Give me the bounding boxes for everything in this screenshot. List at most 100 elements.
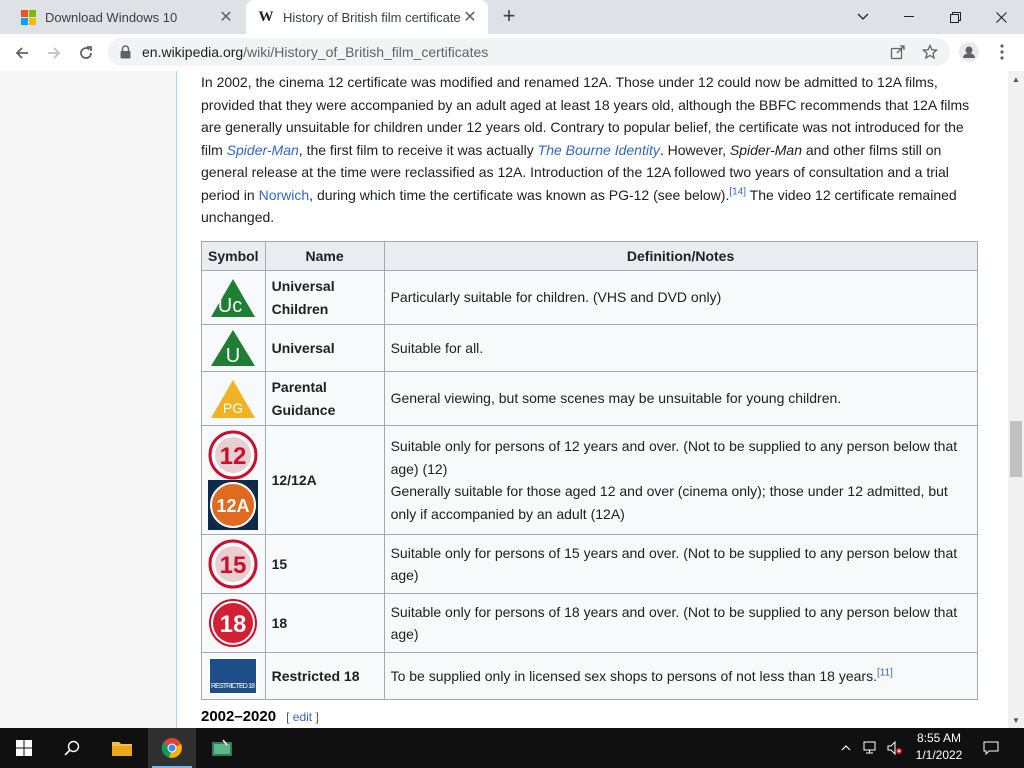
- pg-certificate-icon[interactable]: PG: [209, 378, 257, 420]
- name-cell: Universal: [264, 324, 385, 372]
- definition-cell: Suitable for all.: [383, 324, 978, 372]
- link-norwich[interactable]: Norwich: [259, 187, 310, 203]
- notifications-icon[interactable]: [980, 728, 1002, 768]
- symbol-cell: 15: [201, 534, 266, 594]
- definition-cell: Suitable only for persons of 12 years an…: [383, 425, 978, 535]
- symbol-label: 12: [220, 443, 247, 470]
- close-tab-icon[interactable]: ✕: [216, 7, 236, 27]
- app-taskbar-button[interactable]: [198, 728, 246, 768]
- lock-icon[interactable]: [120, 45, 131, 64]
- table-row: PG Parental Guidance General viewing, bu…: [201, 371, 978, 426]
- url-path: /wiki/History_of_British_film_certificat…: [243, 44, 489, 60]
- profile-avatar-icon[interactable]: [955, 38, 983, 66]
- link-spider-man[interactable]: Spider-Man: [227, 142, 299, 158]
- app-icon: [212, 739, 232, 756]
- clock-date: 1/1/2022: [915, 748, 963, 762]
- definition-cell: Particularly suitable for children. (VHS…: [383, 270, 978, 325]
- back-button[interactable]: [8, 39, 36, 67]
- wikipedia-icon: W: [258, 8, 274, 25]
- symbol-label: RESTRICTED 18: [211, 683, 255, 690]
- tab-title: History of British film certificates: [283, 9, 460, 25]
- text: , the first film to receive it was actua…: [298, 141, 538, 158]
- close-window-button[interactable]: [978, 0, 1024, 34]
- definition-cell: Suitable only for persons of 15 years an…: [383, 534, 978, 594]
- definition-text: To be supplied only in licensed sex shop…: [390, 667, 877, 684]
- browser-toolbar: en.wikipedia.org/wiki/History_of_British…: [0, 34, 1024, 72]
- r18-certificate-icon[interactable]: RESTRICTED 18: [208, 657, 259, 695]
- u-certificate-icon[interactable]: U: [209, 329, 257, 367]
- share-icon[interactable]: [884, 38, 912, 66]
- name-cell: Universal Children: [264, 270, 385, 325]
- 12a-certificate-icon[interactable]: 12A: [208, 480, 259, 530]
- table-header-row: Symbol Name Definition/Notes: [201, 241, 978, 271]
- certificates-table: Symbol Name Definition/Notes Uc Universa…: [201, 241, 978, 700]
- search-button[interactable]: [48, 728, 96, 768]
- bookmark-star-icon[interactable]: [916, 38, 944, 66]
- symbol-label: 12A: [217, 496, 250, 516]
- page-scrollbar[interactable]: ▲ ▼: [1008, 71, 1024, 728]
- address-bar[interactable]: en.wikipedia.org/wiki/History_of_British…: [108, 38, 950, 66]
- scrollbar-thumb[interactable]: [1010, 421, 1022, 477]
- file-explorer-button[interactable]: [98, 728, 146, 768]
- microsoft-icon: [20, 9, 36, 25]
- definition-cell: General viewing, but some scenes may be …: [383, 371, 978, 426]
- symbol-label: 18: [220, 611, 247, 638]
- reload-button[interactable]: [72, 39, 100, 67]
- new-tab-button[interactable]: +: [497, 5, 521, 28]
- symbol-cell: RESTRICTED 18: [201, 652, 266, 700]
- definition-12: Suitable only for persons of 12 years an…: [390, 438, 958, 477]
- restore-button[interactable]: [932, 0, 978, 34]
- start-button[interactable]: [0, 728, 48, 768]
- definition-12a: Generally suitable for those aged 12 and…: [390, 483, 948, 522]
- header-symbol: Symbol: [201, 241, 266, 271]
- symbol-cell: U: [201, 324, 266, 372]
- header-definition: Definition/Notes: [383, 241, 978, 271]
- 15-certificate-icon[interactable]: 15: [208, 539, 258, 589]
- minimize-button[interactable]: [886, 0, 932, 34]
- 12-certificate-icon[interactable]: 12: [208, 430, 258, 480]
- section-title: 2002–2020: [201, 708, 277, 725]
- table-row: U Universal Suitable for all.: [201, 324, 978, 372]
- table-row: 18 18 Suitable only for persons of 18 ye…: [201, 593, 978, 653]
- tray-chevron-up-icon[interactable]: [838, 728, 854, 768]
- url-domain: en.wikipedia.org: [142, 44, 244, 60]
- reference-14[interactable]: [14]: [729, 186, 746, 197]
- symbol-label: PG: [223, 400, 243, 416]
- symbol-cell: PG: [201, 371, 266, 426]
- name-cell: 18: [264, 593, 385, 653]
- definition-cell: To be supplied only in licensed sex shop…: [383, 652, 978, 700]
- uc-certificate-icon[interactable]: Uc: [209, 277, 257, 319]
- forward-button[interactable]: [40, 39, 68, 67]
- name-cell: 12/12A: [264, 425, 385, 535]
- chrome-taskbar-button[interactable]: [148, 728, 196, 768]
- url-text[interactable]: en.wikipedia.org/wiki/History_of_British…: [142, 44, 488, 60]
- link-bourne-identity[interactable]: The Bourne Identity: [538, 142, 660, 158]
- scroll-down-arrow-icon[interactable]: ▼: [1008, 712, 1024, 728]
- scroll-up-arrow-icon[interactable]: ▲: [1008, 71, 1024, 87]
- symbol-cell: Uc: [201, 270, 266, 325]
- network-icon[interactable]: [860, 728, 882, 768]
- table-row: Uc Universal Children Particularly suita…: [201, 270, 978, 325]
- tab-wikipedia[interactable]: W History of British film certificates ✕: [246, 0, 488, 34]
- windows-logo-icon: [16, 740, 32, 756]
- clock[interactable]: 8:55 AM 1/1/2022: [904, 730, 974, 764]
- tab-download-windows[interactable]: Download Windows 10 ✕: [8, 0, 244, 34]
- menu-kebab-icon[interactable]: [988, 38, 1016, 66]
- tab-title: Download Windows 10: [45, 9, 178, 25]
- symbol-cell: 18: [201, 593, 266, 653]
- tab-search-chevron-icon[interactable]: [840, 0, 886, 34]
- section-heading: 2002–2020 [ edit ]: [201, 708, 319, 725]
- edit-link[interactable]: edit: [293, 710, 312, 724]
- close-tab-icon[interactable]: ✕: [460, 7, 480, 27]
- 18-certificate-icon[interactable]: 18: [208, 598, 258, 648]
- volume-muted-icon[interactable]: [884, 728, 906, 768]
- page-viewport: In 2002, the cinema 12 certificate was m…: [0, 71, 1008, 728]
- symbol-label: U: [226, 345, 240, 367]
- symbol-cell: 12 12A: [201, 425, 266, 535]
- edit-bracket: [: [286, 710, 293, 724]
- italic-text: Spider-Man: [729, 141, 802, 158]
- clock-time: 8:55 AM: [916, 731, 962, 745]
- windows-taskbar: 8:55 AM 1/1/2022: [0, 728, 1024, 768]
- reference-11[interactable]: [11]: [877, 667, 893, 678]
- search-icon: [64, 740, 80, 756]
